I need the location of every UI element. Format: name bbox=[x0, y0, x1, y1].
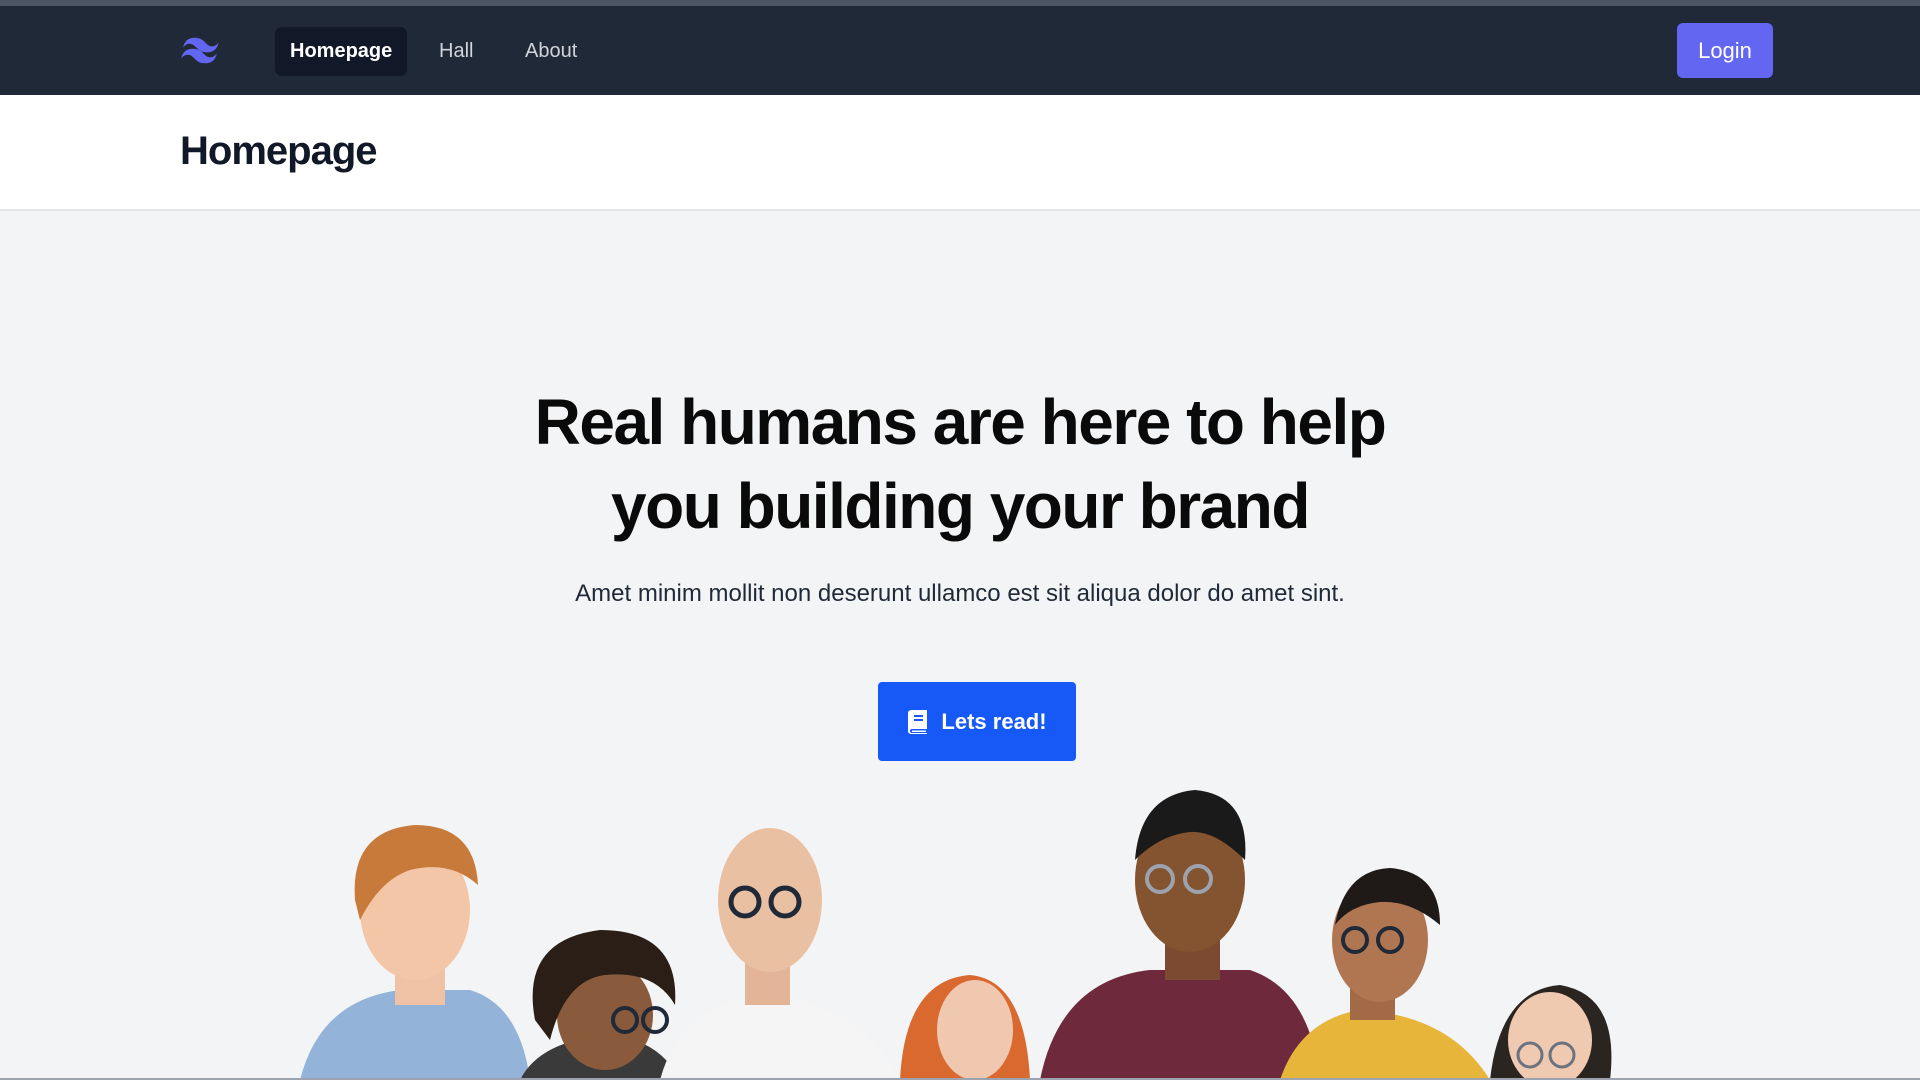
lets-read-button[interactable]: Lets read! bbox=[878, 682, 1076, 761]
book-icon bbox=[908, 709, 928, 734]
person-3 bbox=[660, 828, 900, 1080]
hero-title: Real humans are here to help you buildin… bbox=[460, 380, 1460, 548]
page-header: Homepage bbox=[0, 95, 1920, 211]
login-button[interactable]: Login bbox=[1677, 23, 1773, 78]
person-4 bbox=[900, 975, 1030, 1080]
nav-link-homepage[interactable]: Homepage bbox=[275, 27, 408, 76]
lets-read-label: Lets read! bbox=[941, 708, 1047, 734]
hero-title-line2: you building your brand bbox=[611, 470, 1310, 542]
person-1 bbox=[300, 825, 530, 1080]
person-5 bbox=[1040, 790, 1320, 1080]
navbar: Homepage Hall About Login bbox=[0, 6, 1920, 95]
hero-subtitle: Amet minim mollit non deserunt ullamco e… bbox=[575, 580, 1345, 607]
tailwind-logo-icon[interactable] bbox=[180, 36, 224, 66]
page-title: Homepage bbox=[180, 129, 377, 173]
person-6 bbox=[1280, 868, 1490, 1080]
team-photo bbox=[300, 790, 1612, 1080]
person-2 bbox=[520, 930, 680, 1080]
nav-link-hall[interactable]: Hall bbox=[424, 27, 488, 76]
hero-title-line1: Real humans are here to help bbox=[534, 386, 1387, 458]
nav-link-about[interactable]: About bbox=[510, 27, 592, 76]
person-7 bbox=[1490, 985, 1612, 1080]
